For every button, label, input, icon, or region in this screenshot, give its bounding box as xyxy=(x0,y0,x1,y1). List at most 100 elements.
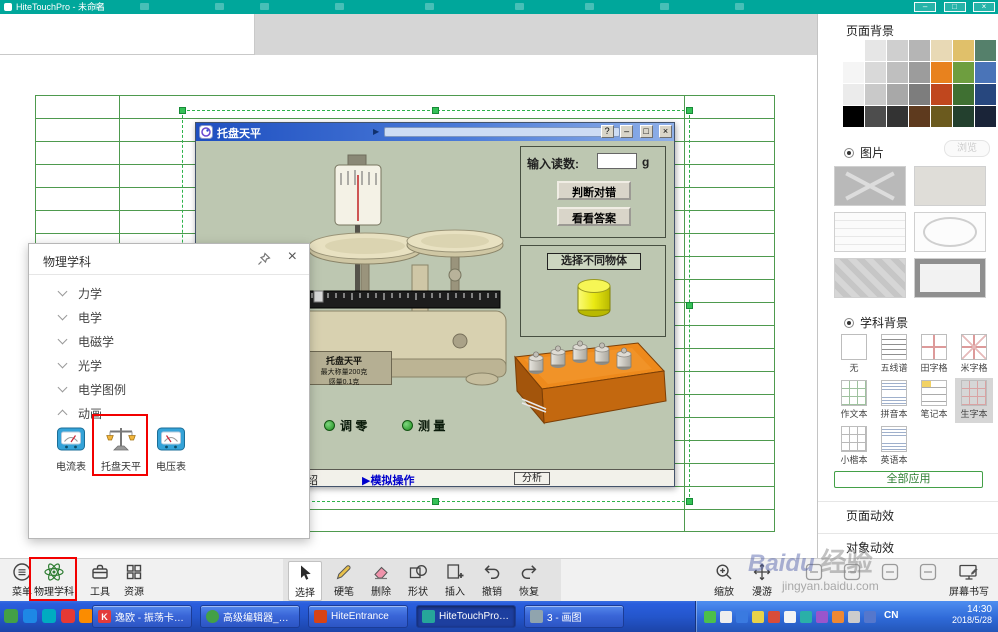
toolbar-resources-button[interactable]: 资源 xyxy=(116,561,152,601)
selection-handle[interactable] xyxy=(179,107,186,114)
taskbar-task-hiteentrance[interactable]: HiteEntrance xyxy=(308,605,408,628)
tray-icon[interactable] xyxy=(752,611,764,623)
color-swatch[interactable] xyxy=(887,84,908,105)
tree-item-optics[interactable]: 光学 xyxy=(59,354,102,376)
selection-handle[interactable] xyxy=(686,302,693,309)
browse-button[interactable]: 浏览 xyxy=(944,140,990,157)
toolbar-obscured-button[interactable] xyxy=(796,561,832,601)
toolbar-select-button[interactable]: 选择 xyxy=(288,561,322,601)
color-swatch[interactable] xyxy=(953,40,974,61)
subject-item-zuowen[interactable]: 作文本 xyxy=(835,378,873,423)
color-swatch[interactable] xyxy=(865,40,886,61)
image-thumbnail-none[interactable] xyxy=(834,166,906,206)
color-swatch[interactable] xyxy=(843,84,864,105)
color-swatch[interactable] xyxy=(975,40,996,61)
tree-item-electromagnetism[interactable]: 电磁学 xyxy=(59,330,114,352)
quick-launch-icon[interactable] xyxy=(61,609,75,623)
pin-icon[interactable] xyxy=(257,252,271,266)
toolbar-roam-button[interactable]: 漫游 xyxy=(744,561,780,601)
taskbar-task-hitetouchpro[interactable]: HiteTouchPro - ... xyxy=(416,605,516,628)
subject-background-option[interactable]: 学科背景 xyxy=(844,314,908,331)
applet-titlebar[interactable]: 托盘天平 ▶ ? – □ × xyxy=(196,123,674,141)
image-thumbnail[interactable] xyxy=(914,166,986,206)
color-swatch[interactable] xyxy=(887,62,908,83)
tray-icon[interactable] xyxy=(832,611,844,623)
toolbar-obscured-button[interactable] xyxy=(834,561,870,601)
color-swatch[interactable] xyxy=(843,40,864,61)
applet-tab-simulate[interactable]: ▶模拟操作 xyxy=(362,472,414,488)
tray-icon[interactable] xyxy=(704,611,716,623)
color-swatch[interactable] xyxy=(931,62,952,83)
tree-item-mechanics[interactable]: 力学 xyxy=(59,282,102,304)
color-swatch[interactable] xyxy=(887,40,908,61)
applet-tab-analysis[interactable]: 分析 xyxy=(514,472,550,485)
image-thumbnail[interactable] xyxy=(914,212,986,252)
color-swatch[interactable] xyxy=(865,62,886,83)
subject-item-notebook[interactable]: 笔记本 xyxy=(915,378,953,423)
toolbar-redo-button[interactable]: 恢复 xyxy=(511,561,547,601)
weight-box[interactable] xyxy=(506,339,668,439)
titlebar-tool-icon[interactable] xyxy=(215,3,224,10)
color-swatch[interactable] xyxy=(975,106,996,127)
selection-handle[interactable] xyxy=(686,498,693,505)
color-swatch[interactable] xyxy=(953,62,974,83)
color-swatch[interactable] xyxy=(931,106,952,127)
anim-item-ammeter[interactable]: 电流表 xyxy=(49,422,93,473)
color-swatch[interactable] xyxy=(953,84,974,105)
toolbar-insert-button[interactable]: 插入 xyxy=(437,561,473,601)
selection-handle[interactable] xyxy=(686,107,693,114)
taskbar-task-browser[interactable]: 高级编辑器_百度... xyxy=(200,605,300,628)
titlebar-tool-icon[interactable] xyxy=(260,3,269,10)
taskbar-task-paint[interactable]: 3 - 画图 xyxy=(524,605,624,628)
color-swatch[interactable] xyxy=(887,106,908,127)
object-animation-section[interactable]: 对象动效 xyxy=(846,539,894,556)
image-thumbnail[interactable] xyxy=(834,212,906,252)
tray-icon[interactable] xyxy=(736,611,748,623)
applet-maximize-button[interactable]: □ xyxy=(640,125,653,138)
quick-launch-icon[interactable] xyxy=(23,609,37,623)
color-swatch[interactable] xyxy=(843,106,864,127)
toolbar-zoom-button[interactable]: 缩放 xyxy=(706,561,742,601)
color-swatch[interactable] xyxy=(953,106,974,127)
titlebar-tool-icon[interactable] xyxy=(95,3,104,10)
zero-radio[interactable]: 调 零 xyxy=(324,417,367,434)
tray-icon[interactable] xyxy=(768,611,780,623)
toolbar-tools-button[interactable]: 工具 xyxy=(82,561,118,601)
image-thumbnail[interactable] xyxy=(914,258,986,298)
color-swatch[interactable] xyxy=(865,84,886,105)
language-indicator[interactable]: CN xyxy=(884,610,898,621)
subject-item-none[interactable]: 无 xyxy=(835,332,873,377)
subject-item-tianzige[interactable]: 田字格 xyxy=(915,332,953,377)
quick-launch-icon[interactable] xyxy=(79,609,93,623)
applet-play-icon[interactable]: ▶ xyxy=(373,127,379,136)
tray-icon[interactable] xyxy=(864,611,876,623)
toolbar-pen-button[interactable]: 硬笔 xyxy=(326,561,362,601)
color-swatch[interactable] xyxy=(843,62,864,83)
measure-radio[interactable]: 测 量 xyxy=(402,417,445,434)
color-swatch[interactable] xyxy=(931,40,952,61)
titlebar-tool-icon[interactable] xyxy=(140,3,149,10)
titlebar-tool-icon[interactable] xyxy=(515,3,524,10)
titlebar-tool-icon[interactable] xyxy=(660,3,669,10)
apply-all-button[interactable]: 全部应用 xyxy=(834,471,983,488)
tray-icon[interactable] xyxy=(784,611,796,623)
toolbar-obscured-button[interactable] xyxy=(910,561,946,601)
page-thumbnail-strip[interactable] xyxy=(0,14,255,55)
image-background-option[interactable]: 图片 xyxy=(844,144,884,161)
image-thumbnail[interactable] xyxy=(834,258,906,298)
color-swatch[interactable] xyxy=(975,84,996,105)
subject-item-xiaokai[interactable]: 小楷本 xyxy=(835,424,873,469)
toolbar-shape-button[interactable]: 形状 xyxy=(400,561,436,601)
subject-item-pinyin[interactable]: 拼音本 xyxy=(875,378,913,423)
selection-handle[interactable] xyxy=(432,107,439,114)
anim-item-voltmeter[interactable]: 电压表 xyxy=(149,422,193,473)
subject-item-staff[interactable]: 五线谱 xyxy=(875,332,913,377)
tray-icon[interactable] xyxy=(720,611,732,623)
applet-seek-bar[interactable] xyxy=(384,127,620,137)
toolbar-undo-button[interactable]: 撤销 xyxy=(474,561,510,601)
taskbar-task-music-player[interactable]: K逸欧 - 振荡卡农... xyxy=(92,605,192,628)
minimize-button[interactable]: – xyxy=(914,2,936,12)
page-animation-section[interactable]: 页面动效 xyxy=(846,507,894,524)
quick-launch-icon[interactable] xyxy=(4,609,18,623)
toolbar-obscured-button[interactable] xyxy=(872,561,908,601)
